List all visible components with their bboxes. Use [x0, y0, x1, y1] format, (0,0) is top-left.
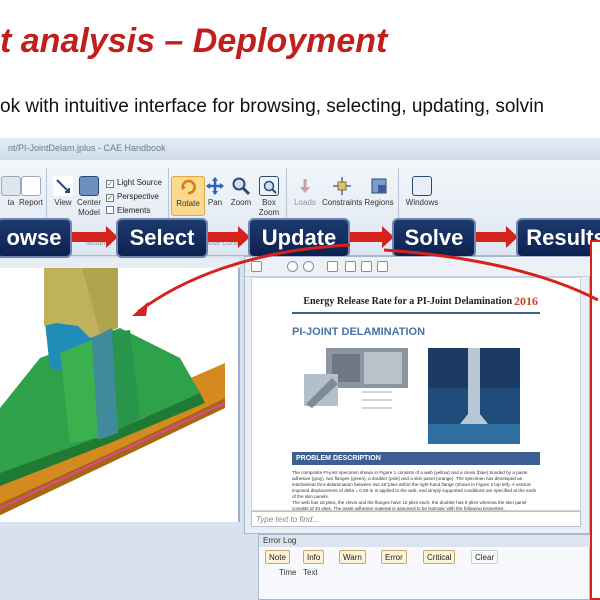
callout-arrows	[132, 243, 599, 316]
